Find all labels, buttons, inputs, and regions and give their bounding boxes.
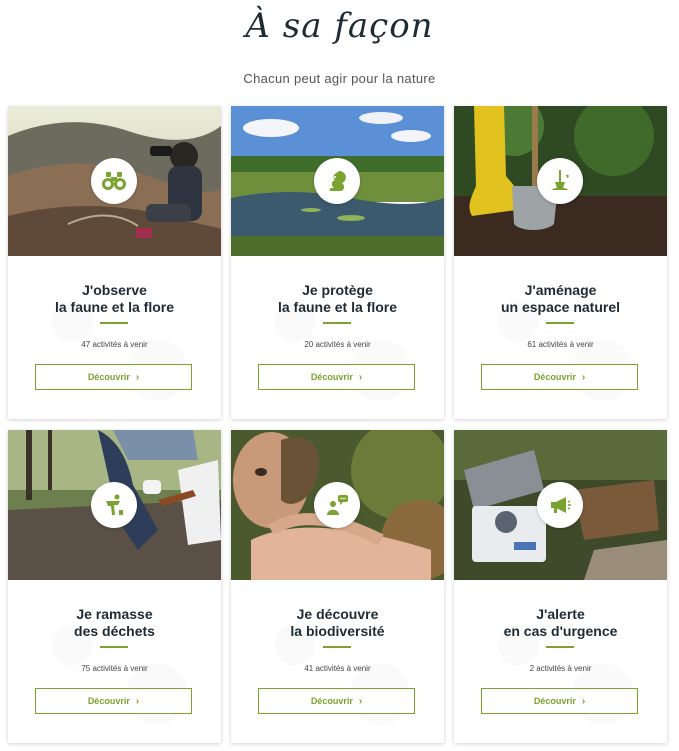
card-title: Je ramasse des déchets	[74, 606, 155, 639]
chevron-right-icon: ›	[581, 695, 586, 707]
card-photo	[454, 106, 667, 256]
discover-button[interactable]: Découvrir ›	[481, 364, 638, 390]
page-title: À sa façon	[245, 6, 434, 46]
card-body: Je découvre la biodiversité 41 activités …	[231, 580, 444, 743]
pick-up-trash-icon	[106, 494, 123, 515]
card-title: Je découvre la biodiversité	[290, 606, 385, 639]
card-photo	[8, 106, 221, 256]
discover-button[interactable]: Découvrir ›	[258, 364, 415, 390]
divider	[100, 646, 128, 648]
binoculars-badge	[91, 158, 137, 204]
activity-count: 2 activités à venir	[529, 664, 592, 673]
activity-count: 20 activités à venir	[304, 340, 371, 349]
card-photo	[454, 430, 667, 580]
activity-count: 75 activités à venir	[81, 664, 148, 673]
card-photo	[231, 106, 444, 256]
divider	[323, 322, 351, 324]
discover-badge	[314, 482, 360, 528]
divider	[100, 322, 128, 324]
gardening-badge	[537, 158, 583, 204]
activity-count: 47 activités à venir	[81, 340, 148, 349]
discover-button[interactable]: Découvrir ›	[35, 688, 192, 714]
discover-person-icon	[327, 495, 348, 515]
card-body: Je ramasse des déchets 75 activités à ven…	[8, 580, 221, 743]
activity-count: 61 activités à venir	[527, 340, 594, 349]
activity-count: 41 activités à venir	[304, 664, 371, 673]
card-body: J'alerte en cas d'urgence 2 activités à v…	[454, 580, 667, 743]
card-photo	[8, 430, 221, 580]
card-body: J'aménage un espace naturel 61 activités …	[454, 256, 667, 419]
discover-button[interactable]: Découvrir ›	[481, 688, 638, 714]
megaphone-icon	[551, 497, 571, 513]
squirrel-icon	[329, 171, 346, 191]
chevron-right-icon: ›	[358, 695, 363, 707]
card-title: J'aménage un espace naturel	[500, 282, 621, 315]
gardening-icon	[551, 170, 569, 190]
chevron-right-icon: ›	[135, 695, 140, 707]
chevron-right-icon: ›	[358, 371, 363, 383]
page-subtitle: Chacun peut agir pour la nature	[243, 71, 436, 86]
discover-button[interactable]: Découvrir ›	[35, 364, 192, 390]
card-collect-waste[interactable]: Je ramasse des déchets 75 activités à ven…	[8, 430, 221, 743]
card-alert[interactable]: J'alerte en cas d'urgence 2 activités à v…	[454, 430, 667, 743]
card-protect[interactable]: Je protège la faune et la flore 20 activi…	[231, 106, 444, 419]
card-title: J'alerte en cas d'urgence	[503, 606, 618, 639]
pick-up-badge	[91, 482, 137, 528]
card-body: J'observe la faune et la flore 47 activit…	[8, 256, 221, 419]
card-title: Je protège la faune et la flore	[277, 282, 398, 315]
divider	[546, 322, 574, 324]
discover-button[interactable]: Découvrir ›	[258, 688, 415, 714]
chevron-right-icon: ›	[581, 371, 586, 383]
squirrel-badge	[314, 158, 360, 204]
card-develop[interactable]: J'aménage un espace naturel 61 activités …	[454, 106, 667, 419]
card-observe[interactable]: J'observe la faune et la flore 47 activit…	[8, 106, 221, 419]
card-title: J'observe la faune et la flore	[54, 282, 175, 315]
divider	[323, 646, 351, 648]
divider	[546, 646, 574, 648]
card-photo	[231, 430, 444, 580]
megaphone-badge	[537, 482, 583, 528]
card-body: Je protège la faune et la flore 20 activi…	[231, 256, 444, 419]
binoculars-icon	[102, 172, 126, 190]
chevron-right-icon: ›	[135, 371, 140, 383]
card-discover-biodiversity[interactable]: Je découvre la biodiversité 41 activités …	[231, 430, 444, 743]
